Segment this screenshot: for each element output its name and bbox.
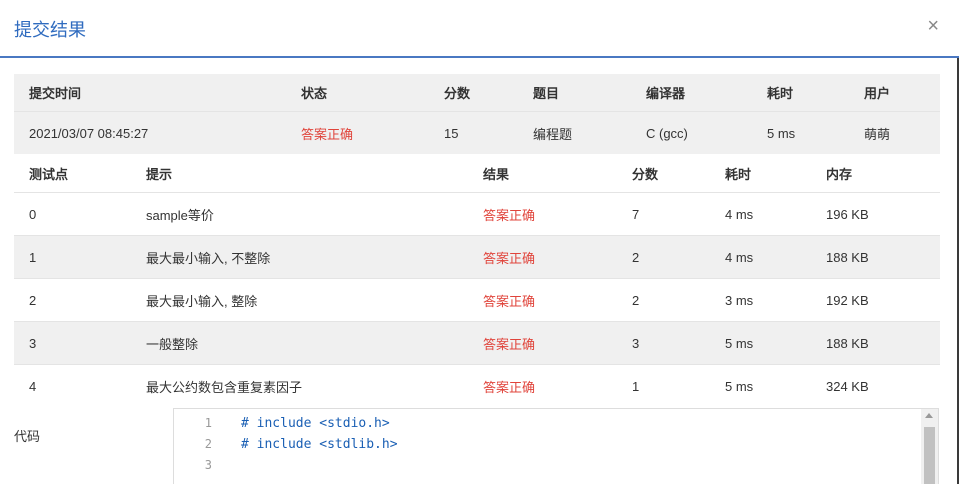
case-result: 答案正确 bbox=[483, 336, 536, 352]
case-result: 答案正确 bbox=[483, 380, 536, 395]
case-time: 4 ms bbox=[725, 206, 754, 222]
summary-table: 提交时间 状态 分数 题目 编译器 耗时 用户 2021/03/07 08:45… bbox=[14, 74, 940, 154]
col-header-compiler: 编译器 bbox=[646, 86, 686, 101]
case-time: 3 ms bbox=[725, 292, 754, 308]
close-icon[interactable]: × bbox=[927, 14, 939, 38]
summary-header-row: 提交时间 状态 分数 题目 编译器 耗时 用户 bbox=[14, 74, 940, 111]
table-row: 2 最大最小输入, 整除 答案正确 2 3 ms 192 KB bbox=[14, 279, 940, 322]
table-row: 1 最大最小输入, 不整除 答案正确 2 4 ms 188 KB bbox=[14, 236, 940, 279]
col-header-score: 分数 bbox=[444, 86, 471, 101]
case-score: 3 bbox=[632, 335, 640, 351]
line-number: 3 bbox=[204, 458, 212, 472]
case-hint: 最大最小输入, 整除 bbox=[146, 293, 258, 309]
case-hint: 最大公约数包含重复素因子 bbox=[146, 380, 303, 395]
col-header-status: 状态 bbox=[301, 86, 328, 101]
line-code: # include <stdlib.h> bbox=[241, 437, 398, 452]
case-score: 7 bbox=[632, 206, 640, 222]
user-link[interactable]: 萌萌 bbox=[864, 112, 890, 154]
code-line: 2 # include <stdlib.h> bbox=[174, 434, 914, 455]
case-hint: 一般整除 bbox=[146, 336, 199, 352]
case-time: 5 ms bbox=[725, 335, 754, 351]
case-result: 答案正确 bbox=[483, 207, 536, 223]
case-result: 答案正确 bbox=[483, 250, 536, 266]
code-scrollbar[interactable] bbox=[921, 409, 938, 484]
case-id: 1 bbox=[29, 249, 37, 265]
modal-header: 提交结果 × bbox=[0, 0, 959, 58]
col-header-user: 用户 bbox=[864, 86, 891, 101]
case-hint: 最大最小输入, 不整除 bbox=[146, 250, 271, 266]
testcase-header-row: 测试点 提示 结果 分数 耗时 内存 bbox=[14, 154, 940, 193]
case-hint: sample等价 bbox=[146, 207, 214, 223]
case-score: 1 bbox=[632, 379, 640, 394]
case-memory: 192 KB bbox=[826, 292, 869, 308]
col-header-memory: 内存 bbox=[826, 166, 853, 182]
table-row: 0 sample等价 答案正确 7 4 ms 196 KB bbox=[14, 193, 940, 236]
case-memory: 324 KB bbox=[826, 379, 869, 394]
col-header-case: 测试点 bbox=[29, 166, 69, 182]
scroll-thumb[interactable] bbox=[924, 427, 935, 484]
case-id: 0 bbox=[29, 206, 37, 222]
code-line: 3 bbox=[174, 455, 914, 476]
status-badge: 答案正确 bbox=[301, 126, 354, 142]
problem-link[interactable]: 编程题 bbox=[533, 112, 572, 154]
scroll-up-arrow-icon[interactable] bbox=[925, 413, 933, 418]
line-number: 2 bbox=[204, 437, 212, 451]
case-id: 3 bbox=[29, 335, 37, 351]
col-header-score: 分数 bbox=[632, 166, 659, 182]
case-id: 4 bbox=[29, 379, 37, 394]
case-id: 2 bbox=[29, 292, 37, 308]
case-memory: 188 KB bbox=[826, 335, 869, 351]
case-score: 2 bbox=[632, 249, 640, 265]
testcase-table: 测试点 提示 结果 分数 耗时 内存 0 sample等价 答案正确 7 4 m… bbox=[14, 154, 940, 408]
table-row: 3 一般整除 答案正确 3 5 ms 188 KB bbox=[14, 322, 940, 365]
score: 15 bbox=[444, 125, 459, 141]
case-memory: 196 KB bbox=[826, 206, 869, 222]
case-memory: 188 KB bbox=[826, 249, 869, 265]
col-header-problem: 题目 bbox=[533, 86, 560, 101]
code-line: 1 # include <stdio.h> bbox=[174, 413, 914, 434]
summary-row: 2021/03/07 08:45:27 答案正确 15 编程题 C (gcc) … bbox=[14, 111, 940, 154]
modal-title: 提交结果 bbox=[14, 20, 86, 40]
col-header-time: 耗时 bbox=[725, 166, 752, 182]
table-row: 4 最大公约数包含重复素因子 答案正确 1 5 ms 324 KB bbox=[14, 365, 940, 408]
col-header-result: 结果 bbox=[483, 166, 510, 182]
line-code: # include <stdio.h> bbox=[241, 416, 390, 431]
case-score: 2 bbox=[632, 292, 640, 308]
code-viewer[interactable]: 1 # include <stdio.h> 2 # include <stdli… bbox=[173, 408, 939, 484]
compiler: C (gcc) bbox=[646, 125, 688, 141]
submit-time: 2021/03/07 08:45:27 bbox=[29, 125, 149, 141]
col-header-time: 耗时 bbox=[767, 86, 794, 101]
line-number: 1 bbox=[204, 416, 212, 430]
case-time: 4 ms bbox=[725, 249, 754, 265]
code-label: 代码 bbox=[14, 429, 41, 444]
run-time: 5 ms bbox=[767, 125, 796, 141]
col-header-submit-time: 提交时间 bbox=[29, 86, 82, 101]
col-header-hint: 提示 bbox=[146, 166, 173, 182]
case-result: 答案正确 bbox=[483, 293, 536, 309]
case-time: 5 ms bbox=[725, 379, 754, 394]
